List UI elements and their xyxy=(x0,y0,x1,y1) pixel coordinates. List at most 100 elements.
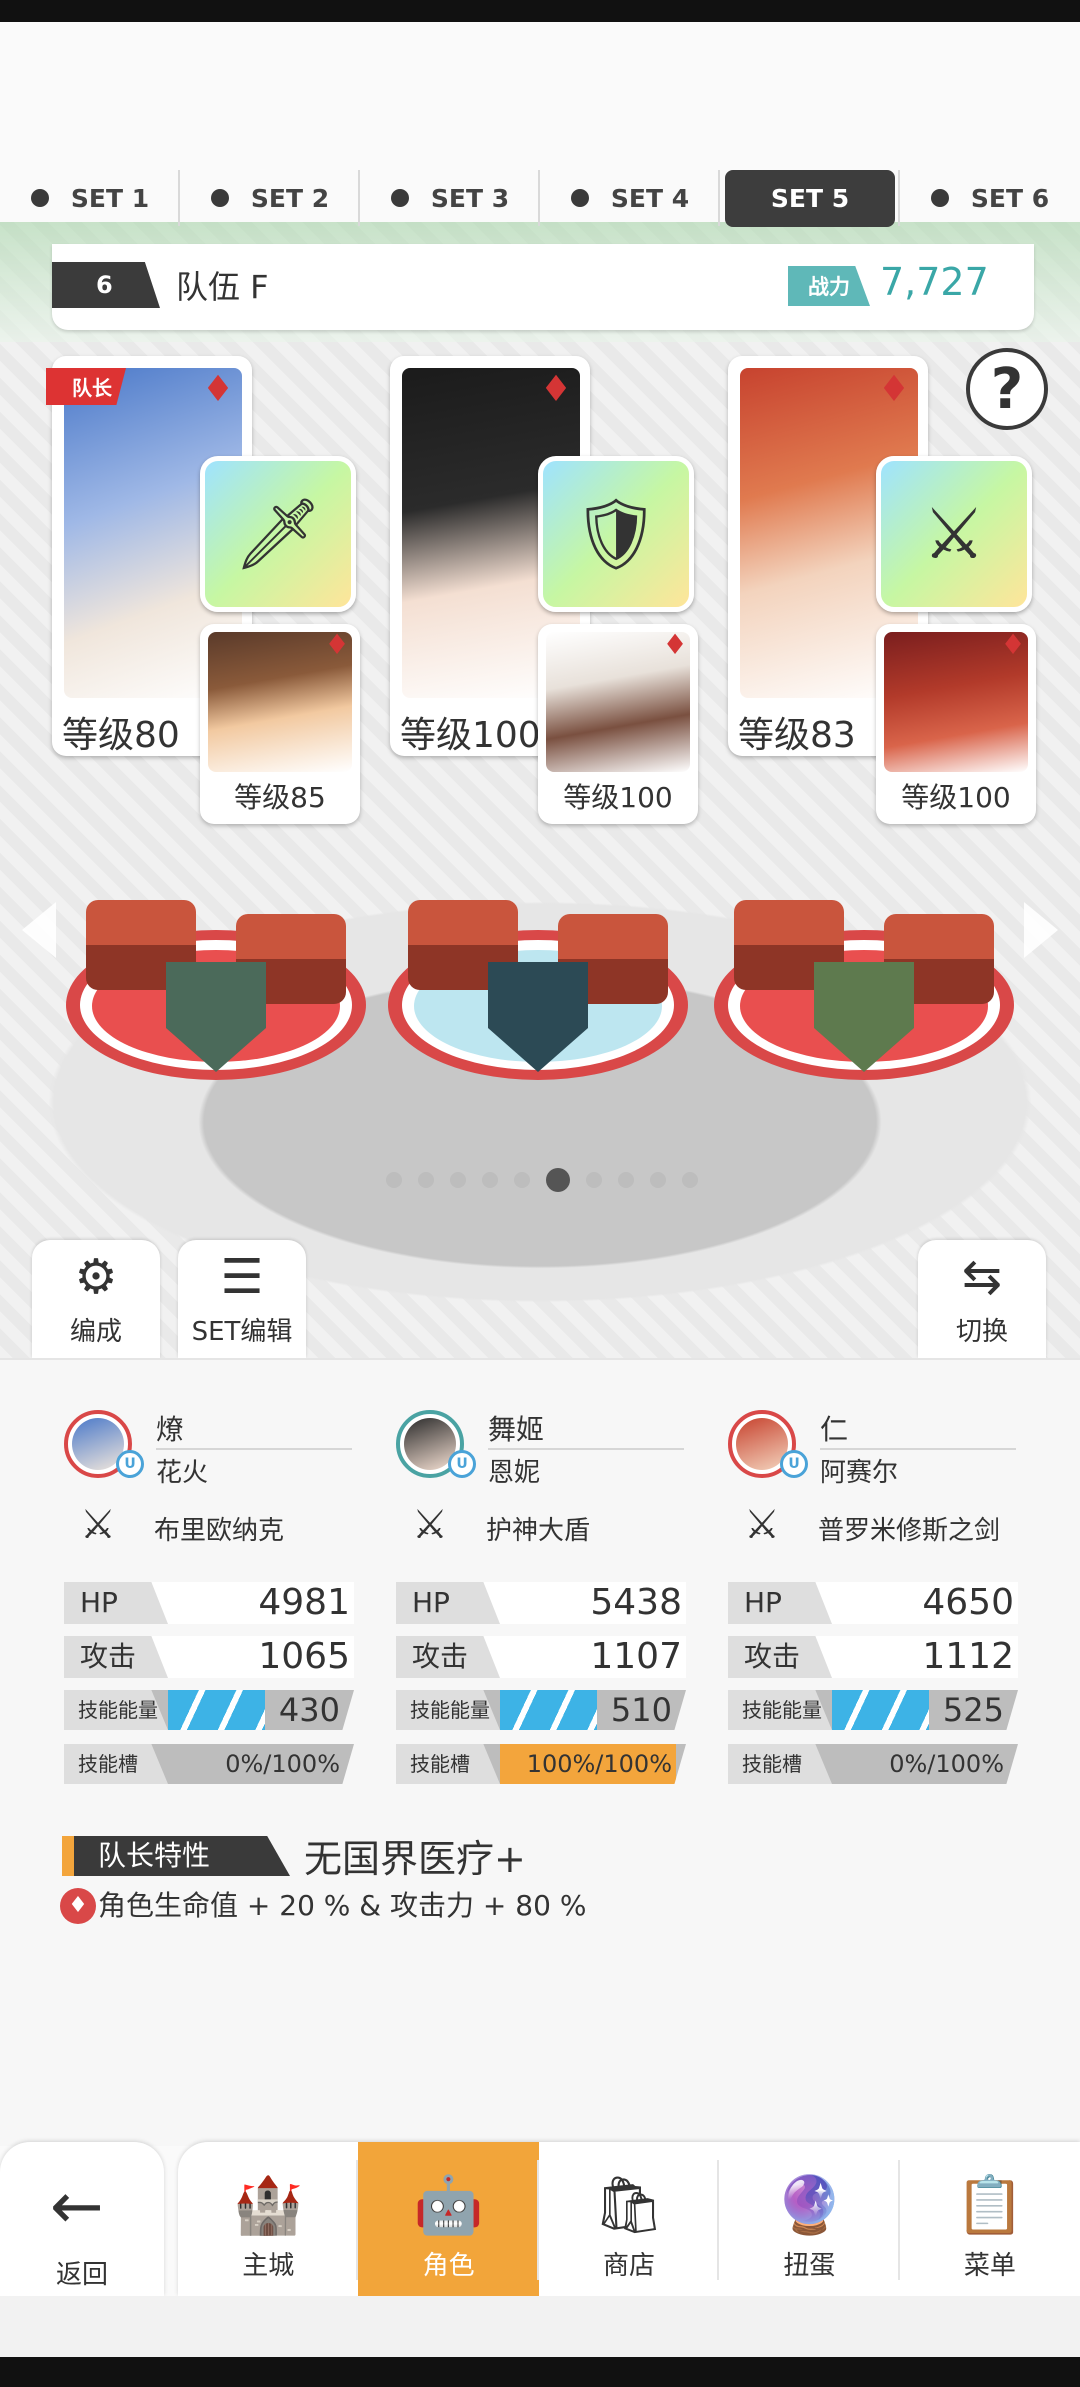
castle-icon: 🏰 xyxy=(233,2173,304,2238)
weapon-icon: ⚔ xyxy=(412,1502,448,1548)
diamond-suit-icon: ♦ xyxy=(1000,628,1026,661)
skill-slot-bar: 技能槽 0%/100% xyxy=(64,1744,354,1784)
hp-value: 4981 xyxy=(258,1582,350,1623)
formation-gear-icon: ⚙ xyxy=(74,1249,118,1305)
tab-set-1[interactable]: SET 1 xyxy=(0,148,180,248)
tab-set-3[interactable]: SET 3 xyxy=(360,148,540,248)
weapon-name: 布里欧纳克 xyxy=(154,1516,285,1546)
formation-label: 编成 xyxy=(69,1317,122,1347)
skill-slot-value: 0%/100% xyxy=(889,1750,1004,1778)
avatar-badge: U xyxy=(64,1410,144,1478)
swap-icon: ⇆ xyxy=(961,1249,1003,1305)
page-dot[interactable] xyxy=(450,1172,466,1188)
formation-button[interactable]: ⚙ 编成 xyxy=(32,1240,160,1358)
tab-set-2[interactable]: SET 2 xyxy=(180,148,360,248)
avatar-badge: U xyxy=(396,1410,476,1478)
nav-item-character[interactable]: 🤖 角色 xyxy=(358,2142,540,2296)
tab-label: SET 6 xyxy=(970,183,1050,213)
shop-icon: 🛍 xyxy=(593,2173,665,2238)
dot-icon xyxy=(30,189,49,207)
hero-platform-3 xyxy=(714,870,1014,1080)
page-dot[interactable] xyxy=(618,1172,634,1188)
attack-value: 1065 xyxy=(258,1636,350,1677)
attack-value: 1107 xyxy=(590,1636,682,1677)
page-dot[interactable] xyxy=(546,1168,570,1192)
equipment-slot-3[interactable]: ⚔ xyxy=(876,456,1032,612)
nav-item-main-city[interactable]: 🏰 主城 xyxy=(178,2142,359,2296)
switch-button[interactable]: ⇆ 切换 xyxy=(918,1240,1046,1358)
hero-platform-1 xyxy=(66,870,366,1080)
nav-item-shop[interactable]: 🛍 商店 xyxy=(539,2142,720,2296)
tab-set-5[interactable]: SET 5 xyxy=(720,148,900,248)
dot-icon xyxy=(390,189,409,207)
back-button[interactable]: ← 返回 xyxy=(0,2142,164,2296)
attack-stat: 攻击 1065 xyxy=(64,1636,354,1678)
leader-trait-name: 无国界医疗+ xyxy=(304,1837,526,1881)
nav-item-menu[interactable]: 📋 菜单 xyxy=(900,2142,1080,2296)
hp-stat: HP 4650 xyxy=(728,1582,1018,1624)
page-dot[interactable] xyxy=(514,1172,530,1188)
set-tabs: SET 1 SET 2 SET 3 SET 4 SET 5 SET 6 xyxy=(0,148,1080,248)
page-indicator xyxy=(386,1168,698,1192)
equipment-slot-1[interactable]: 🗡 xyxy=(200,456,356,612)
tab-set-4[interactable]: SET 4 xyxy=(540,148,720,248)
page-dot[interactable] xyxy=(386,1172,402,1188)
gacha-icon: 🔮 xyxy=(774,2173,845,2238)
support-card-1[interactable]: ♦ 等级85 xyxy=(200,624,360,824)
attack-stat: 攻击 1112 xyxy=(728,1636,1018,1678)
weapon-name: 护神大盾 xyxy=(486,1516,591,1546)
skill-slot-bar: 技能槽 100%/100% xyxy=(396,1744,686,1784)
next-team-arrow-icon[interactable] xyxy=(1024,902,1058,958)
support-card-3[interactable]: ♦ 等级100 xyxy=(876,624,1036,824)
skill-slot-value: 100%/100% xyxy=(526,1750,672,1778)
page-dot[interactable] xyxy=(482,1172,498,1188)
attack-value: 1112 xyxy=(922,1636,1014,1677)
support-card-2[interactable]: ♦ 等级100 xyxy=(538,624,698,824)
team-number: 6 xyxy=(52,262,160,308)
system-nav-bar xyxy=(0,2357,1080,2387)
menu-icon: 📋 xyxy=(954,2173,1025,2238)
diamond-suit-icon: ♦ xyxy=(324,628,350,661)
tab-label: SET 5 xyxy=(724,169,896,227)
skill-slot-value: 0%/100% xyxy=(225,1750,340,1778)
previous-team-arrow-icon[interactable] xyxy=(22,902,56,958)
diamond-suit-icon: ♦ xyxy=(877,369,911,410)
skill-energy-bar: 技能能量 430 xyxy=(64,1690,354,1730)
sword-icon: ⚔ xyxy=(922,493,986,575)
member-name: 舞姬 xyxy=(488,1413,545,1446)
weapon-icon: ⚔ xyxy=(80,1502,116,1548)
list-icon: ☰ xyxy=(220,1249,264,1305)
nav-item-gacha[interactable]: 🔮 扭蛋 xyxy=(719,2142,901,2296)
support-level: 等级85 xyxy=(234,781,326,814)
page-dot[interactable] xyxy=(682,1172,698,1188)
nav-tabs: 🏰 主城 🤖 角色 🛍 商店 🔮 扭蛋 📋 菜单 xyxy=(178,2142,1080,2296)
page-dot[interactable] xyxy=(418,1172,434,1188)
skill-energy-value: 430 xyxy=(278,1691,340,1729)
diamond-suit-icon: ♦ xyxy=(60,1888,96,1924)
page-dot[interactable] xyxy=(586,1172,602,1188)
weapon-name: 普罗米修斯之剑 xyxy=(818,1516,1001,1546)
skill-energy-value: 510 xyxy=(610,1691,672,1729)
tab-label: SET 3 xyxy=(430,183,510,213)
weapon-icon: ⚔ xyxy=(744,1502,780,1548)
switch-label: 切换 xyxy=(955,1317,1008,1347)
member-subname: 花火 xyxy=(156,1458,209,1488)
page-dot[interactable] xyxy=(650,1172,666,1188)
tab-set-6[interactable]: SET 6 xyxy=(900,148,1080,248)
set-edit-button[interactable]: ☰ SET编辑 xyxy=(178,1240,306,1358)
diamond-suit-icon: ♦ xyxy=(662,628,688,661)
hp-value: 5438 xyxy=(590,1582,682,1623)
support-level: 等级100 xyxy=(901,781,1011,814)
hero-platform-2 xyxy=(388,870,688,1080)
skill-energy-bar: 技能能量 525 xyxy=(728,1690,1018,1730)
team-name: 队伍 F xyxy=(176,268,269,306)
member-name: 仁 xyxy=(820,1413,849,1446)
help-button[interactable]: ? xyxy=(966,348,1048,430)
power-value: 7,727 xyxy=(880,260,989,304)
help-icon: ? xyxy=(990,356,1024,422)
equipment-slot-2[interactable]: 🛡 xyxy=(538,456,694,612)
tab-label: SET 1 xyxy=(70,183,150,213)
upgrade-badge-icon: U xyxy=(780,1450,808,1478)
team-bar[interactable]: 6 队伍 F 战力 7,727 xyxy=(52,244,1034,330)
bottom-navigation: ← 返回 🏰 主城 🤖 角色 🛍 商店 🔮 扭蛋 📋 菜单 xyxy=(0,2142,1080,2296)
